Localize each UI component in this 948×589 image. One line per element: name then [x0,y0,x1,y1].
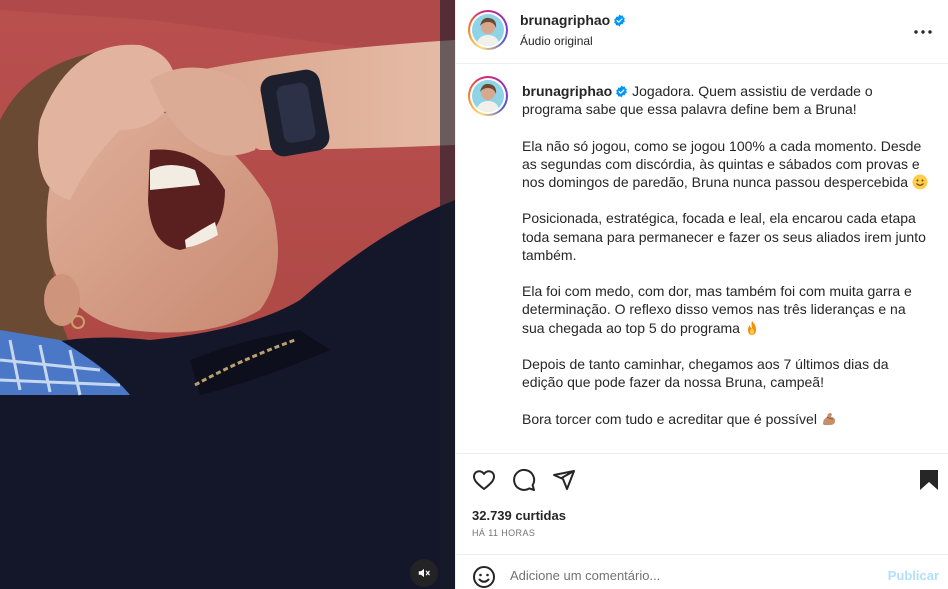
caption-paragraph: Ela não só jogou, como se jogou 100% a c… [522,137,932,192]
post-video[interactable] [0,0,455,589]
post-timestamp[interactable]: HÁ 11 HORAS [472,528,535,538]
comment-icon [513,468,536,491]
avatar[interactable] [468,76,508,116]
header-username[interactable]: brunagriphao [520,12,626,28]
caption-paragraph: Bora torcer com tudo e acreditar que é p… [522,410,932,428]
heart-icon [473,470,495,490]
smiling-face-emoji [912,174,928,190]
more-options-button[interactable] [911,20,935,44]
likes-count[interactable]: 32.739 curtidas [472,508,566,523]
fire-emoji [747,320,756,335]
share-icon [553,470,575,490]
emoji-picker-button[interactable] [472,565,496,589]
flexed-biceps-emoji [822,412,835,425]
more-options-icon [914,30,932,34]
share-button[interactable] [550,466,578,494]
smiley-icon [473,566,495,588]
publish-button[interactable]: Publicar [888,568,939,583]
audio-link[interactable]: Áudio original [520,34,593,48]
verified-badge-icon [614,14,626,27]
video-frame [0,0,455,589]
post-header: brunagriphao Áudio original [456,0,948,64]
caption-paragraph: brunagriphao Jogadora. Quem assistiu de … [522,83,873,118]
action-bar [456,454,948,504]
post-panel: brunagriphao Áudio original brunagriphao… [455,0,948,589]
avatar[interactable] [468,10,508,50]
save-button[interactable] [915,466,943,494]
like-button[interactable] [470,466,498,494]
verified-badge-icon [616,85,628,98]
comment-bar: Publicar [456,554,948,589]
caption-paragraph: Ela foi com medo, com dor, mas também fo… [522,283,912,336]
caption-section: brunagriphao Jogadora. Quem assistiu de … [456,64,948,454]
caption-paragraph: Depois de tanto caminhar, chegamos aos 7… [522,355,889,391]
caption-paragraph: Posicionada, estratégica, focada e leal,… [522,210,926,263]
comment-input[interactable] [510,564,870,586]
mute-button[interactable] [410,559,438,587]
speaker-muted-icon [418,568,430,578]
caption-username[interactable]: brunagriphao [522,83,628,99]
comment-button[interactable] [510,466,538,494]
profile-picture [472,14,504,46]
post-caption: brunagriphao Jogadora. Quem assistiu de … [522,82,932,446]
bookmark-icon [920,470,938,490]
profile-picture [472,80,504,112]
